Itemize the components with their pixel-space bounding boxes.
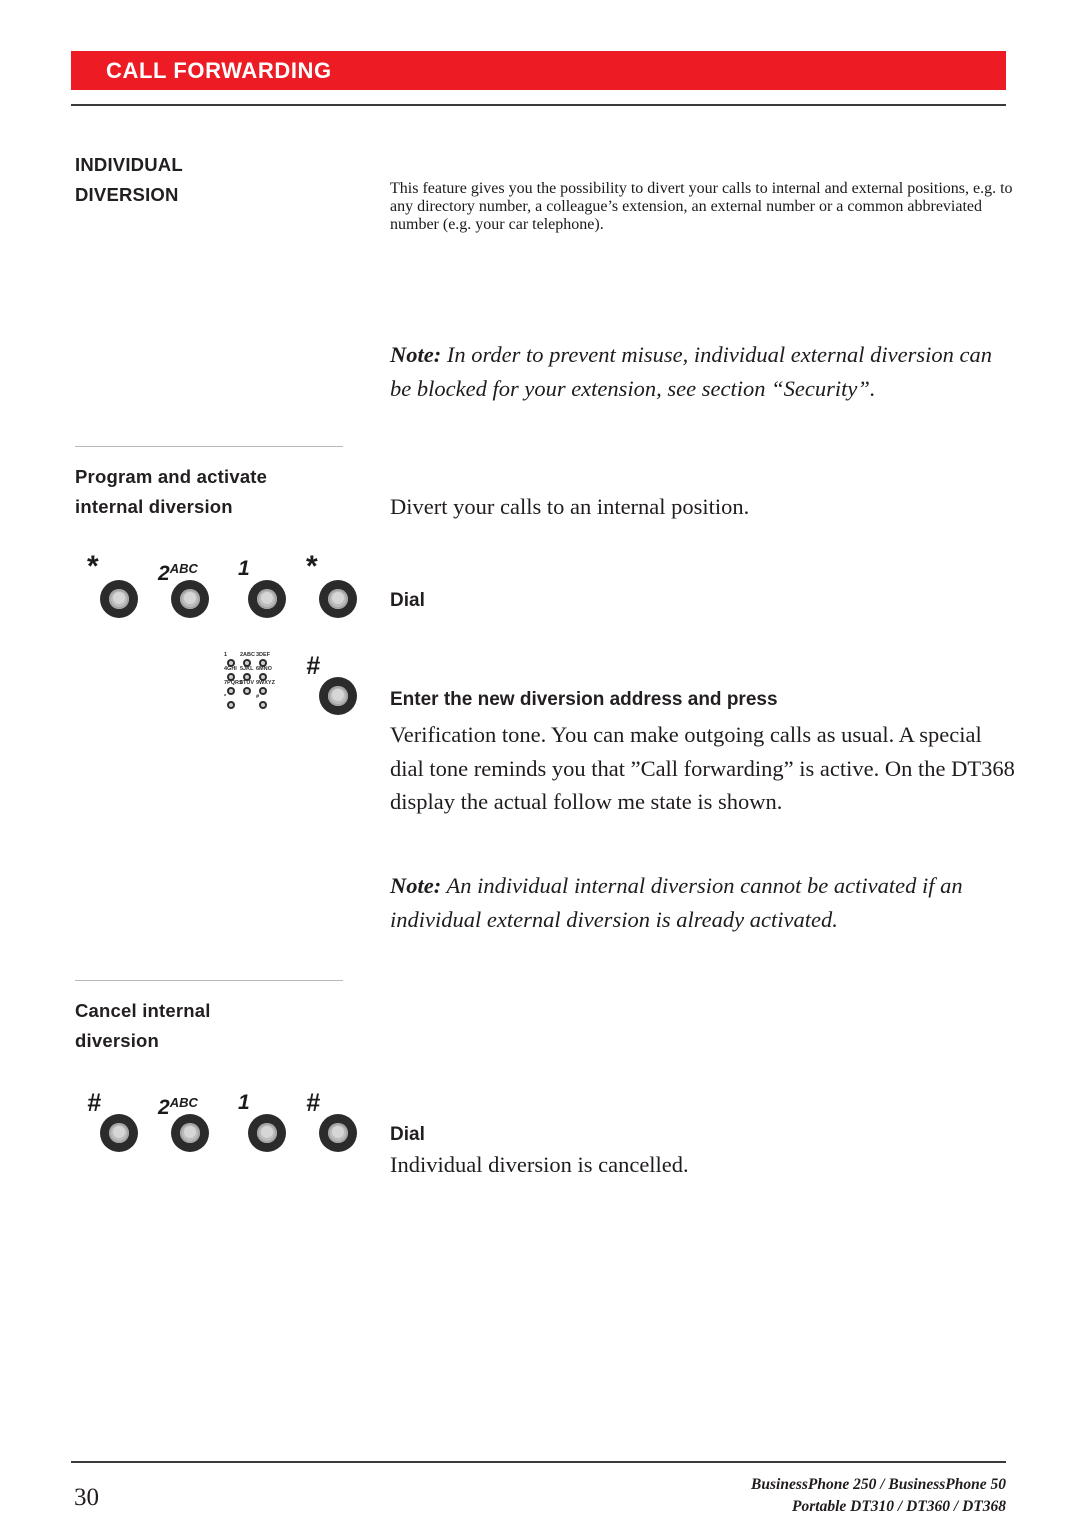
key-label: # [306,1089,320,1117]
key-disc [319,580,357,618]
heading-line-1: Cancel internal [75,1000,211,1021]
heading-line-1: INDIVIDUAL [75,154,183,175]
individual-diversion-paragraph: This feature gives you the possibility t… [390,180,1013,233]
key-label: 1 [238,1091,250,1114]
section-divider-1 [75,446,343,447]
key-sequence-cancel: # 2ABC 1 # [86,1089,386,1154]
individual-diversion-note: Note: In order to prevent misuse, indivi… [390,338,1015,405]
key-label: # [87,1089,101,1117]
dialpad-cell: * [224,694,238,709]
key-disc [100,1114,138,1152]
key-disc [319,677,357,715]
program-activate-heading: Program and activate internal diversion [75,462,375,522]
dialpad-cell: 8TUV [240,680,254,695]
key-hash[interactable]: # [305,652,367,717]
manual-page: CALL FORWARDING INDIVIDUAL DIVERSION Thi… [0,0,1080,1533]
section-divider-2 [75,980,343,981]
key-sequence-activate: * 2ABC 1 * [86,550,386,620]
key-disc [171,580,209,618]
heading-line-1: Program and activate [75,466,268,487]
program-activate-detail: Verification tone. You can make outgoing… [390,722,1015,814]
key-disc [248,580,286,618]
key-sequence-confirm: # [305,652,375,717]
key-hash-2[interactable]: # [305,1089,367,1154]
program-activate-note: Note: An individual internal diversion c… [390,869,1015,936]
cancel-internal-heading: Cancel internal diversion [75,996,375,1056]
key-hash[interactable]: # [86,1089,148,1154]
key-disc [100,580,138,618]
key-label: * [306,550,318,583]
heading-line-2: DIVERSION [75,184,179,205]
key-1[interactable]: 1 [234,558,296,620]
key-star[interactable]: * [86,550,148,620]
note-label: Note: [390,873,442,898]
cancel-result-text: Individual diversion is cancelled. [390,1152,689,1177]
step-action-dial: Dial [390,590,425,611]
key-2abc[interactable]: 2ABC [157,558,219,620]
heading-line-2: internal diversion [75,496,233,517]
note-body: An individual internal diversion cannot … [390,873,963,932]
footer-product-line-1: BusinessPhone 250 / BusinessPhone 50 [751,1476,1006,1493]
page-number: 30 [74,1484,99,1511]
footer-divider [71,1461,1006,1463]
key-label: 1 [238,557,250,580]
key-disc [171,1114,209,1152]
header-divider [71,104,1006,106]
page-title: CALL FORWARDING [106,58,332,83]
program-activate-intro: Divert your calls to an internal positio… [390,494,750,519]
key-disc [248,1114,286,1152]
footer-product-info: BusinessPhone 250 / BusinessPhone 50 Por… [751,1474,1006,1518]
key-1[interactable]: 1 [234,1092,296,1154]
key-label-letters: ABC [169,1095,198,1110]
note-body: In order to prevent misuse, individual e… [390,342,992,401]
key-label: * [87,550,99,583]
heading-line-2: diversion [75,1030,160,1051]
key-2abc[interactable]: 2ABC [157,1092,219,1154]
key-label: # [306,652,320,680]
note-label: Note: [390,342,442,367]
dialpad-grid: 1 2ABC 3DEF 4GHI 5JKL 6MNO 7PQRS 8TUV 9W… [224,652,275,717]
key-star-2[interactable]: * [305,550,367,620]
step-action-dial-cancel: Dial [390,1124,425,1145]
dialpad-cell: 7PQRS [224,680,243,695]
individual-diversion-heading: INDIVIDUAL DIVERSION [75,150,375,210]
dialpad-icon: 1 2ABC 3DEF 4GHI 5JKL 6MNO 7PQRS 8TUV 9W… [224,652,275,717]
dialpad-cell: # [256,694,270,709]
step-action-enter-address: Enter the new diversion address and pres… [390,689,778,710]
key-label-letters: ABC [169,561,198,576]
key-disc [319,1114,357,1152]
footer-product-line-2: Portable DT310 / DT360 / DT368 [792,1498,1006,1515]
